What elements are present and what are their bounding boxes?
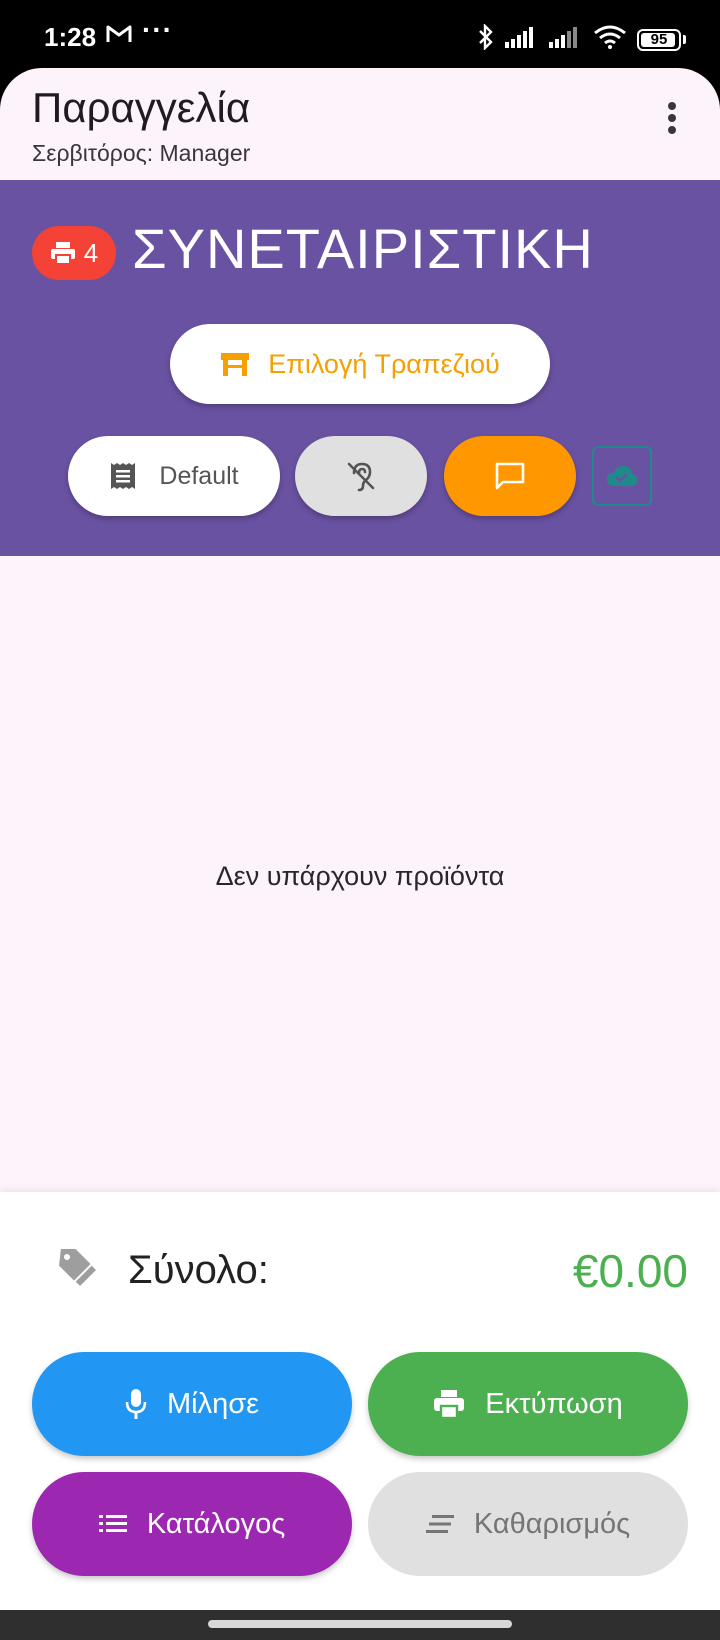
microphone-icon	[125, 1389, 147, 1419]
printer-icon	[434, 1390, 465, 1419]
catalog-label: Κατάλογος	[146, 1507, 286, 1540]
battery-level: 95	[650, 31, 668, 48]
receipt-icon	[111, 463, 136, 489]
signal-icon	[505, 26, 539, 53]
status-icons: 95	[477, 23, 686, 55]
bluetooth-icon	[477, 23, 495, 55]
hearing-toggle-button[interactable]	[295, 436, 427, 516]
store-name: ΣΥΝΕΤΑΙΡΙΣΤΙΚΗ	[132, 217, 594, 280]
cloud-sync-button[interactable]	[592, 446, 652, 506]
total-label: Σύνολο:	[128, 1248, 269, 1292]
home-gesture-handle[interactable]	[208, 1620, 512, 1628]
table-icon	[221, 353, 250, 376]
catalog-button[interactable]: Κατάλογος	[32, 1472, 352, 1576]
battery-tip	[683, 35, 686, 44]
speak-button[interactable]: Μίλησε	[32, 1352, 352, 1456]
comment-button[interactable]	[444, 436, 576, 516]
price-tags-icon	[56, 1246, 100, 1299]
signal-icon	[549, 26, 583, 53]
print-label: Εκτύπωση	[485, 1387, 623, 1420]
wifi-icon	[593, 25, 627, 54]
order-header: 4 ΣΥΝΕΤΑΙΡΙΣΤΙΚΗ Επιλογή Τραπεζιού Defau…	[0, 180, 720, 556]
total-amount: €0.00	[572, 1245, 688, 1297]
price-list-label: Default	[159, 461, 239, 490]
order-summary-panel: Σύνολο: €0.00 Μίλησε Εκτύπωση Κατάλογος …	[0, 1192, 720, 1610]
list-icon	[98, 1515, 127, 1532]
print-queue-count: 4	[83, 237, 99, 268]
clear-button[interactable]: Καθαρισμός	[368, 1472, 688, 1576]
battery-icon: 95	[637, 28, 681, 51]
cloud-done-icon	[607, 466, 637, 486]
select-table-button[interactable]: Επιλογή Τραπεζιού	[170, 324, 550, 404]
clear-all-icon	[425, 1515, 454, 1533]
select-table-label: Επιλογή Τραπεζιού	[268, 348, 500, 379]
speak-label: Μίλησε	[166, 1387, 260, 1420]
clear-label: Καθαρισμός	[473, 1507, 631, 1540]
page-title: Παραγγελία	[32, 84, 251, 131]
empty-products-message: Δεν υπάρχουν προϊόντα	[215, 860, 505, 891]
hearing-disabled-icon	[347, 462, 375, 492]
price-list-button[interactable]: Default	[68, 436, 280, 516]
gmail-icon	[106, 24, 132, 49]
print-queue-badge[interactable]: 4	[32, 226, 116, 280]
print-button[interactable]: Εκτύπωση	[368, 1352, 688, 1456]
products-list: Δεν υπάρχουν προϊόντα	[0, 556, 720, 1192]
waiter-subtitle: Σερβιτόρος: Manager	[32, 140, 251, 166]
app-bar: Παραγγελία Σερβιτόρος: Manager	[0, 68, 720, 180]
overflow-menu-button[interactable]	[644, 90, 700, 146]
printer-icon	[50, 242, 75, 265]
status-time: 1:28	[44, 22, 97, 52]
navigation-bar	[0, 1610, 720, 1640]
more-vert-icon	[668, 102, 676, 134]
screen: 1:28 ··· 95 Παραγγελία Σερβιτόρος: Manag…	[0, 0, 720, 1640]
more-dots-icon: ···	[142, 14, 173, 45]
status-bar: 1:28 ··· 95	[0, 0, 720, 68]
comment-icon	[495, 462, 525, 490]
